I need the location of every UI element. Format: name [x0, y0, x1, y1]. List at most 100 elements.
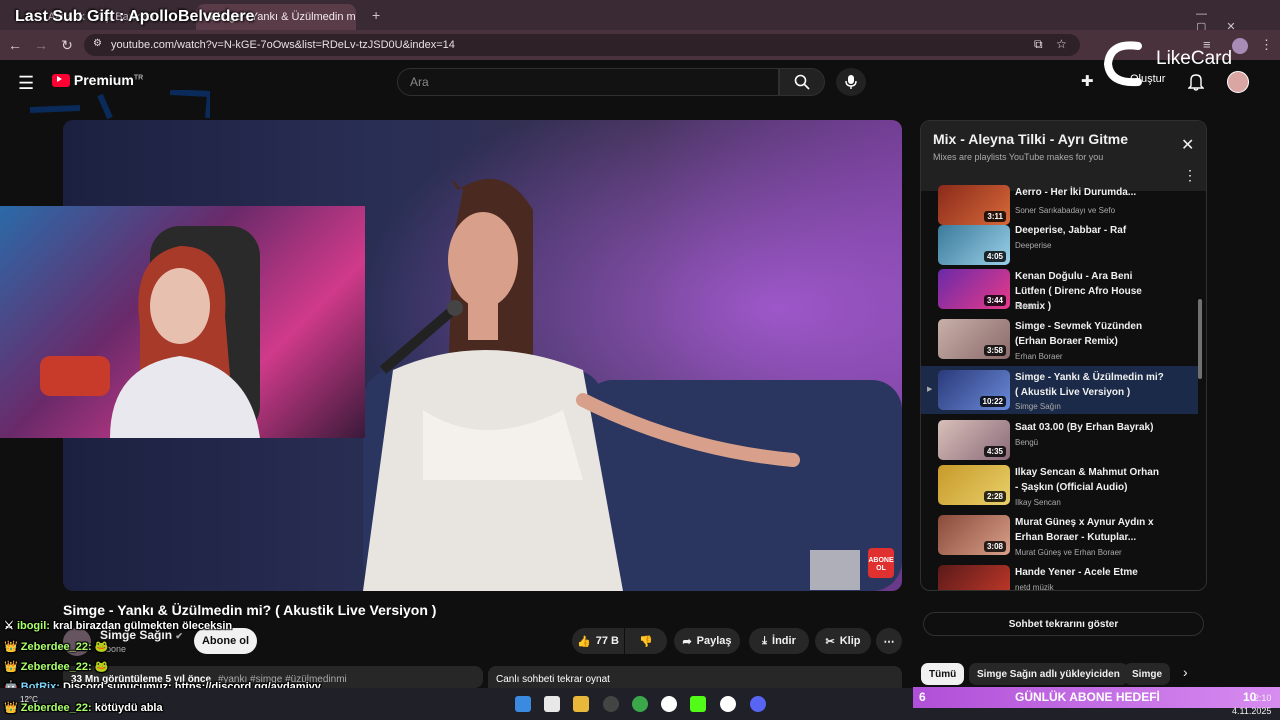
- url-text: youtube.com/watch?v=N-kGE-7oOws&list=RDe…: [111, 39, 455, 51]
- playlist-item[interactable]: 4:05 Deeperise, Jabbar - Raf Deeperise: [921, 219, 1198, 267]
- chrome-icon[interactable]: [632, 696, 648, 712]
- app-g-icon[interactable]: [661, 696, 677, 712]
- scissors-icon: ✂: [825, 635, 835, 648]
- clock-date: 4.11.2025: [1232, 706, 1272, 716]
- thumbs-down-icon: 👎: [639, 635, 653, 648]
- upload-icon[interactable]: ✚: [1081, 72, 1094, 90]
- thumbnail: [938, 565, 1010, 590]
- playlist-subtitle: Mixes are playlists YouTube makes for yo…: [933, 152, 1104, 162]
- file-explorer-icon[interactable]: [573, 696, 589, 712]
- site-info-icon[interactable]: ⚙: [93, 38, 102, 49]
- thumbnail: 10:22: [938, 370, 1010, 410]
- chat-user: ibogil:: [16, 620, 50, 632]
- search-input[interactable]: Ara: [397, 68, 779, 96]
- youtube-logo-icon: [52, 74, 70, 87]
- item-title: Murat Güneş x Aynur Aydın x Erhan Boraer…: [1015, 517, 1154, 543]
- windows-start-icon[interactable]: [515, 696, 531, 712]
- subscribe-watermark[interactable]: ABONE OL: [868, 548, 894, 578]
- item-artist: Ilkay Sencan: [1015, 498, 1061, 507]
- likecard-logo: LikeCard: [1100, 38, 1260, 90]
- kick-icon[interactable]: [690, 696, 706, 712]
- playlist-item-current[interactable]: ▶ 10:22 Simge - Yankı & Üzülmedin mi? ( …: [921, 366, 1198, 414]
- youtube-logo[interactable]: PremiumTR: [52, 72, 143, 88]
- chat-message: ⚔ ibogil: kral birazdan gülmekten ölecek…: [4, 619, 232, 632]
- search-button[interactable]: [779, 68, 825, 96]
- likecard-logo-icon: [1103, 41, 1142, 87]
- like-button[interactable]: 👍 77 B: [572, 628, 624, 654]
- crown-badge-icon: 👑: [4, 661, 18, 673]
- chip-uploader[interactable]: Simge Sağın adlı yükleyiciden: [969, 663, 1128, 685]
- webcam-frame: [40, 226, 260, 438]
- overlay-doodle: [20, 89, 214, 120]
- item-artist: Erhan Boraer: [1015, 352, 1063, 361]
- show-chat-replay-button[interactable]: Sohbet tekrarını göster: [923, 612, 1204, 636]
- video-title: Simge - Yankı & Üzülmedin mi? ( Akustik …: [63, 602, 437, 618]
- item-artist: netd müzik: [1015, 583, 1054, 591]
- download-button[interactable]: ⤓ İndir: [749, 628, 809, 654]
- microphone-icon: [845, 75, 857, 89]
- item-title: Aerro - Her İki Durumda...: [1015, 187, 1137, 198]
- download-icon: ⤓: [762, 634, 768, 647]
- item-title: Ilkay Sencan & Mahmut Orhan - Şaşkın (Of…: [1015, 467, 1159, 493]
- close-icon[interactable]: ✕: [1181, 135, 1194, 155]
- forward-button[interactable]: →: [32, 36, 50, 54]
- item-artist: Deeperise: [1015, 241, 1052, 250]
- clip-button[interactable]: ✂ Klip: [815, 628, 871, 654]
- playlist-item[interactable]: 2:28 Ilkay Sencan & Mahmut Orhan - Şaşkı…: [921, 461, 1198, 509]
- reload-button[interactable]: ↻: [58, 36, 76, 54]
- address-bar[interactable]: ⚙ youtube.com/watch?v=N-kGE-7oOws&list=R…: [84, 34, 1080, 56]
- logo-text: Premium: [73, 72, 134, 88]
- weather-widget[interactable]: 12°C: [20, 695, 38, 704]
- item-artist: Murat Güneş ve Erhan Boraer: [1015, 548, 1122, 557]
- playlist-item[interactable]: 3:08 Murat Güneş x Aynur Aydın x Erhan B…: [921, 511, 1198, 559]
- voice-search-button[interactable]: [836, 68, 866, 96]
- download-label: İndir: [772, 635, 796, 647]
- thumbnail: 2:28: [938, 465, 1010, 505]
- goal-label: GÜNLÜK ABONE HEDEFİ: [1015, 690, 1160, 704]
- bookmark-icon[interactable]: ☆: [1056, 37, 1067, 51]
- chat-message: 👑 Zeberdee_22: 🐸: [4, 640, 108, 653]
- chip-simge[interactable]: Simge: [1124, 663, 1171, 685]
- clock-time: 2:10: [1253, 693, 1272, 703]
- discord-icon[interactable]: [750, 696, 766, 712]
- share-button[interactable]: ➦ Paylaş: [674, 628, 740, 654]
- app-g2-icon[interactable]: [720, 696, 736, 712]
- user-badge-icon: ⚔: [4, 620, 14, 632]
- crown-badge-icon: 👑: [4, 641, 18, 653]
- item-title: Hande Yener - Acele Etme: [1015, 567, 1138, 578]
- live-chat-replay: Canlı sohbeti tekrar oynat: [488, 666, 902, 688]
- back-button[interactable]: ←: [6, 36, 24, 54]
- duration: 4:05: [983, 251, 1006, 262]
- chevron-right-icon[interactable]: ›: [1183, 664, 1188, 680]
- new-tab-button[interactable]: +: [372, 7, 380, 23]
- country-code: TR: [133, 74, 144, 82]
- playlist-item[interactable]: 3:58 Simge - Sevmek Yüzünden (Erhan Bora…: [921, 315, 1198, 363]
- verified-icon: ✔: [175, 631, 183, 641]
- duration: 4:35: [983, 446, 1006, 457]
- chat-emote-icon: 🐸: [94, 661, 109, 673]
- chat-emote-icon: 🐸: [94, 641, 109, 653]
- duration: 2:28: [983, 491, 1006, 502]
- task-view-icon[interactable]: [544, 696, 560, 712]
- like-count: 77 B: [595, 635, 619, 647]
- install-icon[interactable]: ⧉: [1034, 37, 1043, 52]
- share-icon: ➦: [682, 635, 692, 648]
- chip-all[interactable]: Tümü: [921, 663, 965, 685]
- playlist-item[interactable]: Hande Yener - Acele Etme netd müzik: [921, 561, 1198, 591]
- browser-menu-icon[interactable]: ⋮: [1260, 37, 1273, 53]
- obs-icon[interactable]: [603, 696, 619, 712]
- playlist-item[interactable]: 4:35 Saat 03.00 (By Erhan Bayrak) Bengü: [921, 416, 1198, 464]
- system-clock[interactable]: 2:10 4.11.2025: [1232, 693, 1271, 716]
- duration: 3:08: [983, 541, 1006, 552]
- more-icon: ⋯: [883, 635, 895, 648]
- daily-sub-goal: 6 GÜNLÜK ABONE HEDEFİ 10: [913, 687, 1280, 708]
- playlist-item[interactable]: 3:44 Kenan Doğulu - Ara Beni Lütfen ( Di…: [921, 265, 1198, 313]
- item-artist: Simge Sağın: [1015, 402, 1061, 411]
- more-actions-button[interactable]: ⋯: [876, 628, 902, 654]
- last-sub-gift: Last Sub Gift : ApolloBelvedere: [15, 8, 255, 25]
- crown-badge-icon: 👑: [4, 702, 18, 714]
- item-artist: Direnc: [1015, 302, 1039, 311]
- search-icon: [794, 74, 810, 90]
- playlist-scrollbar[interactable]: [1198, 299, 1202, 379]
- dislike-button[interactable]: 👎: [625, 628, 667, 654]
